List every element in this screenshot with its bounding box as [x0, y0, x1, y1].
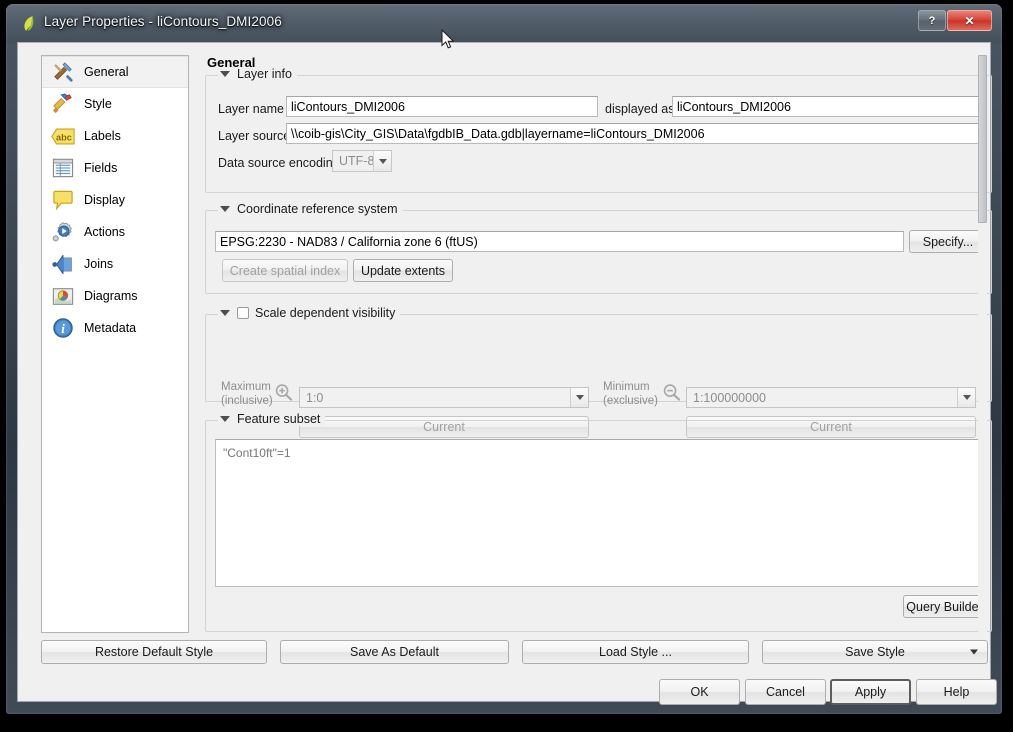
feature-subset-group-header[interactable]: Feature subset: [218, 412, 326, 426]
update-extents-button[interactable]: Update extents: [353, 259, 453, 282]
group-title-label: Coordinate reference system: [237, 202, 398, 216]
properties-sidebar[interactable]: General Style abc Labels Fields Display …: [41, 55, 189, 633]
collapse-triangle-icon[interactable]: [220, 416, 230, 422]
help-button[interactable]: Help: [916, 679, 997, 705]
scrollbar-thumb[interactable]: [978, 55, 987, 223]
encoding-value: UTF-8: [339, 154, 375, 168]
sidebar-item-label: Fields: [84, 161, 118, 175]
sidebar-item-joins[interactable]: Joins: [42, 248, 188, 280]
feature-subset-textarea[interactable]: "Cont10ft"=1: [215, 439, 986, 587]
save-style-label: Save Style: [845, 645, 905, 659]
group-title-label: Scale dependent visibility: [255, 306, 396, 320]
layer-name-label: Layer name: [218, 102, 285, 116]
scale-visibility-checkbox[interactable]: [237, 307, 249, 319]
sidebar-item-metadata[interactable]: i Metadata: [42, 312, 188, 344]
encoding-select[interactable]: UTF-8: [332, 150, 392, 172]
sidebar-item-display[interactable]: Display: [42, 184, 188, 216]
hammer-wrench-icon: [50, 59, 76, 85]
layer-info-group-header[interactable]: Layer info: [218, 67, 297, 81]
collapse-triangle-icon[interactable]: [220, 206, 230, 212]
dialog-window: Layer Properties - liContours_DMI2006 ? …: [6, 4, 1002, 714]
encoding-label: Data source encoding: [218, 156, 340, 170]
sidebar-item-style[interactable]: Style: [42, 88, 188, 120]
left-arrow-join-icon: [50, 251, 76, 277]
collapse-triangle-icon[interactable]: [220, 310, 230, 316]
scale-visibility-group-header[interactable]: Scale dependent visibility: [218, 306, 401, 320]
pie-chart-map-icon: [50, 283, 76, 309]
svg-text:i: i: [61, 322, 65, 336]
displayed-as-label: displayed as: [605, 102, 675, 116]
collapse-triangle-icon[interactable]: [220, 71, 230, 77]
query-builder-button[interactable]: Query Builder: [903, 595, 986, 618]
minimum-scale-value: 1:100000000: [693, 390, 766, 405]
chevron-down-icon: [570, 388, 588, 407]
restore-default-style-button[interactable]: Restore Default Style: [41, 640, 267, 664]
feature-subset-group: Feature subset "Cont10ft"=1 Query Builde…: [205, 412, 992, 632]
sidebar-item-label: Labels: [84, 129, 121, 143]
general-panel: General Layer info Layer name liContours…: [198, 55, 992, 633]
speech-bubble-icon: [50, 187, 76, 213]
cancel-button[interactable]: Cancel: [745, 679, 826, 705]
crs-value-input[interactable]: EPSG:2230 - NAD83 / California zone 6 (f…: [215, 231, 904, 252]
sidebar-item-label: Actions: [84, 225, 125, 239]
sidebar-item-label: Metadata: [84, 321, 137, 335]
dialog-client-area: General Style abc Labels Fields Display …: [17, 42, 997, 705]
minimum-scale-select: 1:100000000: [686, 387, 976, 408]
sidebar-item-label: Joins: [84, 257, 114, 271]
group-title-label: Feature subset: [237, 412, 321, 426]
scale-visibility-group: Scale dependent visibility Maximum (incl…: [205, 306, 992, 438]
minimum-label-line2: (exclusive): [603, 395, 658, 407]
close-icon[interactable]: ✕: [947, 10, 992, 31]
load-style-button[interactable]: Load Style ...: [522, 640, 749, 664]
maximum-scale-value: 1:0: [306, 390, 324, 405]
displayed-as-input[interactable]: liContours_DMI2006: [672, 96, 986, 117]
zoom-out-icon: [662, 383, 681, 407]
divider: [41, 667, 967, 668]
save-style-button[interactable]: Save Style: [762, 640, 988, 664]
info-circle-icon: i: [50, 315, 76, 341]
layer-info-group: Layer info Layer name liContours_DMI2006…: [205, 67, 992, 193]
dialog-button-bar: OK Cancel Apply Help: [18, 679, 997, 709]
paintbrush-icon: [50, 91, 76, 117]
maximum-label-line1: Maximum: [221, 381, 271, 393]
titlebar-help-button[interactable]: ?: [918, 10, 946, 31]
layer-name-input[interactable]: liContours_DMI2006: [286, 96, 598, 117]
create-spatial-index-button: Create spatial index: [222, 259, 348, 282]
maximum-label-line2: (inclusive): [221, 395, 273, 407]
title-bar[interactable]: Layer Properties - liContours_DMI2006 ? …: [6, 4, 1002, 42]
content-scrollbar[interactable]: [978, 55, 987, 633]
sidebar-item-diagrams[interactable]: Diagrams: [42, 280, 188, 312]
sidebar-item-fields[interactable]: Fields: [42, 152, 188, 184]
gear-play-icon: [50, 219, 76, 245]
sidebar-item-general[interactable]: General: [42, 56, 188, 88]
ok-button[interactable]: OK: [659, 679, 740, 705]
svg-text:abc: abc: [56, 132, 72, 142]
window-title: Layer Properties - liContours_DMI2006: [44, 14, 282, 29]
maximum-scale-select: 1:0: [299, 387, 589, 408]
group-title-label: Layer info: [237, 67, 292, 81]
sidebar-item-label: Display: [84, 193, 125, 207]
style-button-bar: Restore Default Style Save As Default Lo…: [41, 640, 988, 664]
table-grid-icon: [50, 155, 76, 181]
save-as-default-button[interactable]: Save As Default: [280, 640, 509, 664]
chevron-down-icon: [957, 388, 975, 407]
chevron-down-icon[interactable]: [373, 151, 391, 171]
crs-group-header[interactable]: Coordinate reference system: [218, 202, 403, 216]
specify-crs-button[interactable]: Specify...: [909, 230, 987, 253]
sidebar-item-label: Diagrams: [84, 289, 138, 303]
abc-label-icon: abc: [50, 123, 76, 149]
apply-button[interactable]: Apply: [830, 679, 911, 705]
sidebar-item-labels[interactable]: abc Labels: [42, 120, 188, 152]
sidebar-item-label: Style: [84, 97, 112, 111]
sidebar-item-label: General: [84, 65, 129, 79]
chevron-down-icon[interactable]: [970, 649, 978, 655]
qgis-leaf-icon: [24, 16, 34, 31]
minimum-label-line1: Minimum: [603, 381, 650, 393]
layer-source-input[interactable]: \\coib-gis\City_GIS\Data\fgdbIB_Data.gdb…: [286, 123, 986, 144]
layer-source-label: Layer source: [218, 129, 291, 143]
crs-group: Coordinate reference system EPSG:2230 - …: [205, 202, 992, 294]
zoom-in-icon: [274, 383, 293, 407]
sidebar-item-actions[interactable]: Actions: [42, 216, 188, 248]
